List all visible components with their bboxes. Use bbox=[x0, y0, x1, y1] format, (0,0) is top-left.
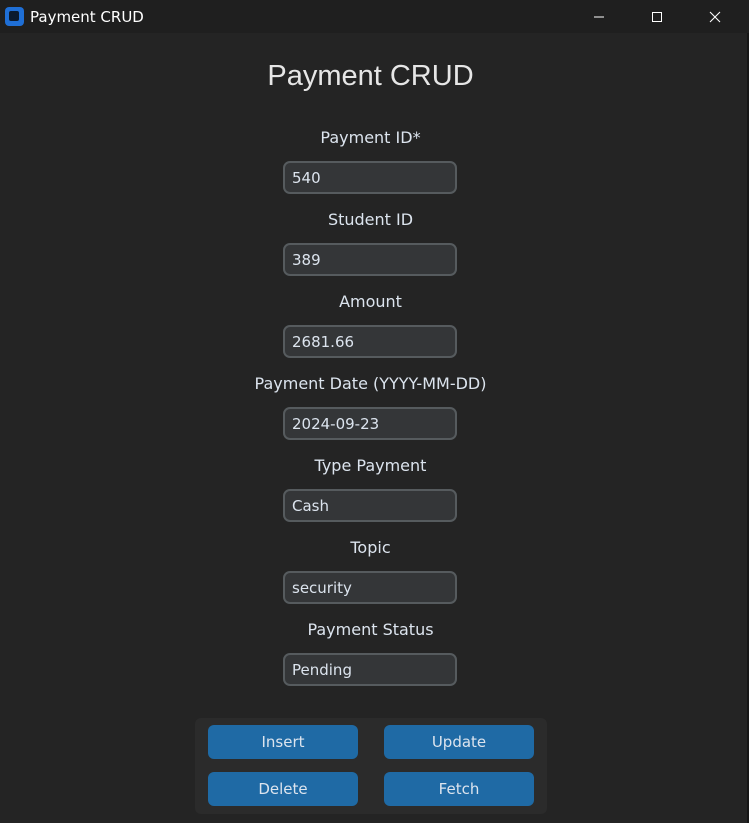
maximize-icon bbox=[652, 11, 662, 22]
app-icon bbox=[5, 7, 24, 26]
close-button[interactable] bbox=[686, 0, 744, 33]
minimize-icon bbox=[594, 16, 604, 17]
type-payment-label: Type Payment bbox=[314, 456, 427, 475]
student-id-input[interactable] bbox=[283, 243, 457, 276]
page-title: Payment CRUD bbox=[267, 60, 474, 92]
window-title: Payment CRUD bbox=[30, 8, 144, 26]
update-button[interactable]: Update bbox=[384, 725, 534, 759]
student-id-label: Student ID bbox=[327, 210, 414, 229]
payment-status-input[interactable] bbox=[283, 653, 457, 686]
payment-date-label: Payment Date (YYYY-MM-DD) bbox=[254, 374, 487, 393]
payment-id-input[interactable] bbox=[283, 161, 457, 194]
title-bar[interactable]: Payment CRUD bbox=[0, 0, 749, 33]
close-icon bbox=[709, 11, 721, 22]
insert-button[interactable]: Insert bbox=[208, 725, 358, 759]
app-window: Payment CRUD Payment CRUD Payment ID* St… bbox=[0, 0, 749, 823]
payment-status-label: Payment Status bbox=[307, 620, 434, 639]
amount-label: Amount bbox=[339, 292, 402, 311]
maximize-button[interactable] bbox=[628, 0, 686, 33]
minimize-button[interactable] bbox=[570, 0, 628, 33]
delete-button[interactable]: Delete bbox=[208, 772, 358, 806]
amount-input[interactable] bbox=[283, 325, 457, 358]
fetch-button[interactable]: Fetch bbox=[384, 772, 534, 806]
topic-input[interactable] bbox=[283, 571, 457, 604]
payment-date-input[interactable] bbox=[283, 407, 457, 440]
type-payment-input[interactable] bbox=[283, 489, 457, 522]
topic-label: Topic bbox=[350, 538, 391, 557]
payment-id-label: Payment ID* bbox=[320, 128, 421, 147]
